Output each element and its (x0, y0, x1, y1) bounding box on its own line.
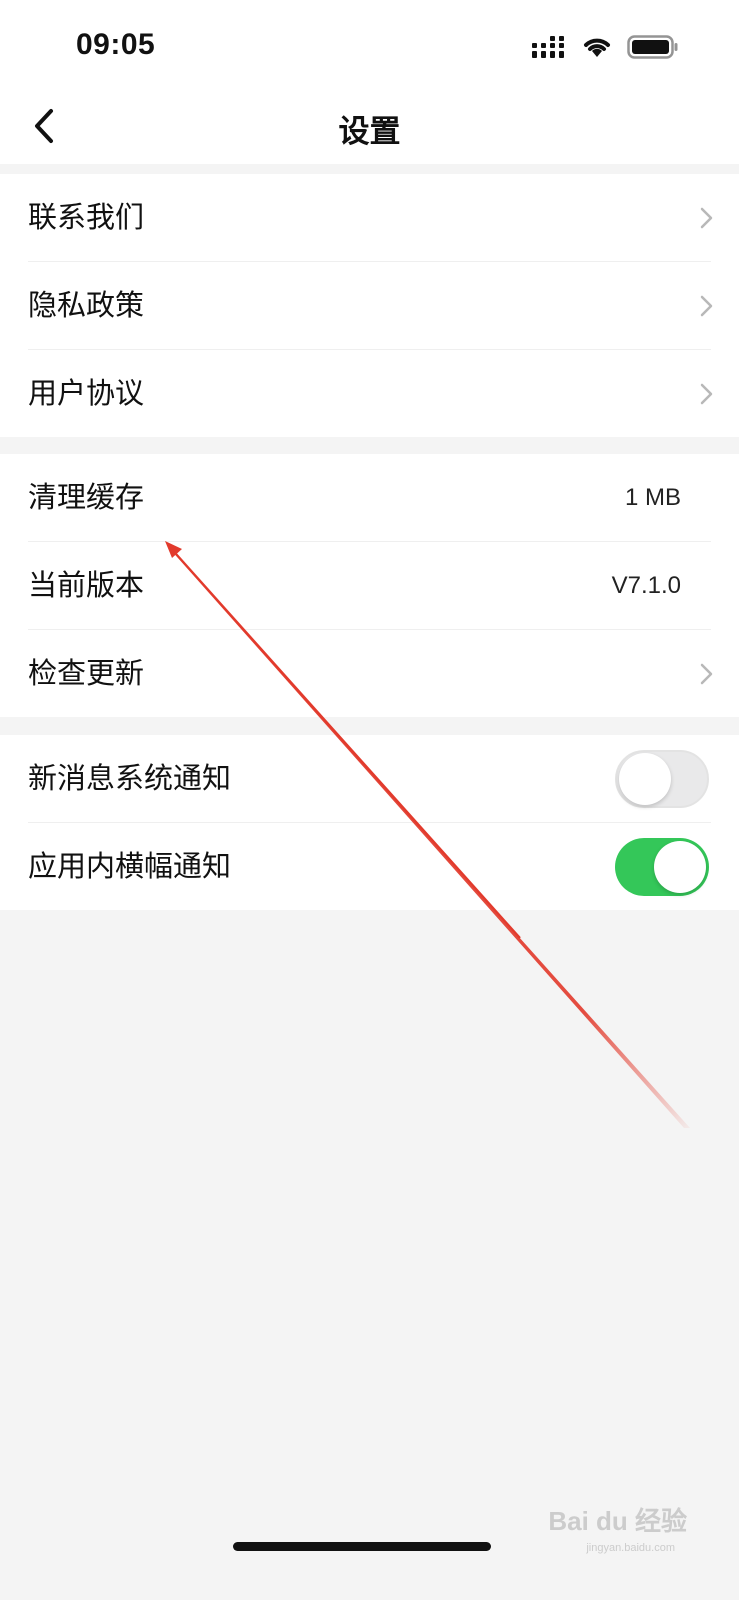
row-label: 联系我们 (28, 200, 145, 234)
version-value: V7.1.0 (611, 572, 681, 599)
row-label: 应用内横幅通知 (28, 849, 232, 883)
chevron-right-icon (700, 663, 713, 685)
banner-notification-toggle[interactable] (615, 838, 709, 896)
row-contact-us[interactable]: 联系我们 (28, 174, 713, 262)
row-check-update[interactable]: 检查更新 (28, 630, 713, 717)
row-system-notification: 新消息系统通知 (28, 735, 711, 823)
status-time: 09:05 (76, 28, 156, 61)
row-label: 检查更新 (28, 656, 145, 690)
watermark-url: jingyan.baidu.com (586, 1542, 675, 1554)
wifi-icon (584, 38, 610, 57)
cache-size-value: 1 MB (624, 484, 681, 511)
chevron-right-icon (700, 383, 713, 405)
watermark-logo: Bai du 经验 (548, 1506, 687, 1536)
chevron-right-icon (700, 295, 713, 317)
row-privacy-policy[interactable]: 隐私政策 (28, 262, 713, 350)
settings-group-info: 联系我们 隐私政策 用户协议 (0, 174, 739, 437)
system-notification-toggle[interactable] (615, 750, 709, 808)
row-user-agreement[interactable]: 用户协议 (28, 350, 713, 437)
toggle-knob (619, 753, 671, 805)
row-label: 清理缓存 (28, 480, 145, 514)
row-clear-cache[interactable]: 清理缓存 1 MB (28, 454, 711, 542)
row-banner-notification: 应用内横幅通知 (28, 823, 711, 910)
row-current-version: 当前版本 V7.1.0 (28, 542, 711, 630)
row-label: 隐私政策 (28, 288, 145, 322)
battery-icon (627, 35, 678, 59)
chevron-right-icon (700, 207, 713, 229)
status-icons (531, 34, 679, 60)
status-bar: 09:05 (0, 0, 739, 90)
row-label: 新消息系统通知 (28, 761, 232, 795)
signal-icon (532, 36, 564, 58)
settings-group-app: 清理缓存 1 MB 当前版本 V7.1.0 检查更新 (0, 454, 739, 717)
settings-group-notifications: 新消息系统通知 应用内横幅通知 (0, 735, 739, 910)
row-label: 当前版本 (28, 568, 145, 602)
nav-bar: 设置 (0, 90, 739, 164)
home-indicator[interactable] (233, 1542, 491, 1551)
row-label: 用户协议 (28, 376, 145, 410)
page-title: 设置 (338, 114, 401, 150)
toggle-knob (654, 841, 706, 893)
